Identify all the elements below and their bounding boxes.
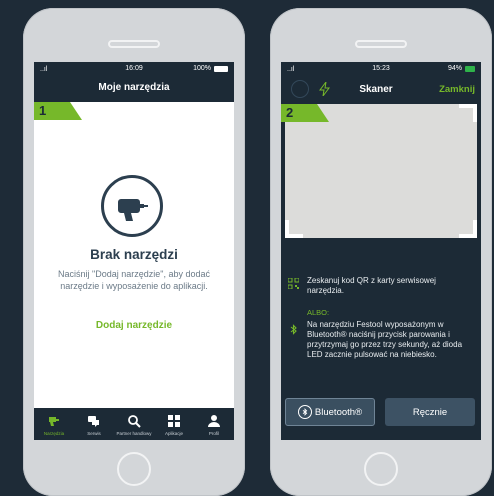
battery-indicator: 100% <box>193 65 228 72</box>
camera-switch-icon[interactable] <box>291 80 309 98</box>
manual-button[interactable]: Ręcznie <box>385 398 475 426</box>
speaker-slot <box>108 40 160 48</box>
close-button[interactable]: Zamknij <box>439 84 475 95</box>
phone-frame-2: ..ıl 15:23 94% Skaner Zamknij 2 Zeskanuj… <box>270 8 492 496</box>
status-bar: ..ıl 15:23 94% <box>281 62 481 78</box>
speaker-slot <box>355 40 407 48</box>
viewfinder-corner <box>285 220 303 238</box>
user-icon <box>208 415 220 427</box>
bluetooth-button[interactable]: Bluetooth® <box>285 398 375 426</box>
drill-icon <box>101 175 163 237</box>
flash-icon[interactable] <box>319 82 331 96</box>
phone-frame-1: ..ıl 16:09 100% Moje narzędzia 1 Brak na… <box>23 8 245 496</box>
tab-dealer[interactable]: Partner handlowy <box>114 408 154 440</box>
bluetooth-button-label: Bluetooth® <box>314 406 363 418</box>
empty-state-title: Brak narzędzi <box>90 247 178 262</box>
tab-label: Partner handlowy <box>116 431 152 436</box>
tab-profile[interactable]: Profil <box>194 408 234 440</box>
or-label: ALBO: <box>307 308 330 317</box>
battery-icon <box>214 65 228 72</box>
viewfinder-corner <box>459 104 477 122</box>
chat-icon <box>88 416 99 427</box>
tab-label: Aplikacje <box>164 431 183 436</box>
step-number: 2 <box>286 105 294 120</box>
home-button[interactable] <box>364 452 398 486</box>
drill-icon <box>49 417 59 426</box>
scanner-screen: ..ıl 15:23 94% Skaner Zamknij 2 Zeskanuj… <box>281 62 481 440</box>
camera-viewfinder <box>285 104 477 238</box>
tab-label: Serwis <box>87 431 101 436</box>
bluetooth-icon <box>290 324 297 335</box>
battery-percent: 100% <box>193 65 211 72</box>
tab-tools[interactable]: Narzędzia <box>34 408 74 440</box>
bottom-tab-bar: Narzędzia Serwis Partner handlowy Aplika… <box>34 408 234 440</box>
viewfinder-corner <box>459 220 477 238</box>
battery-indicator: 94% <box>448 65 475 72</box>
step-number: 1 <box>39 103 47 118</box>
tab-apps[interactable]: Aplikacje <box>154 408 194 440</box>
bluetooth-icon <box>297 405 312 419</box>
tab-label: Narzędzia <box>43 431 65 436</box>
empty-state-text: Naciśnij "Dodaj narzędzie", aby dodać na… <box>58 269 210 291</box>
status-bar: ..ıl 16:09 100% <box>34 62 234 78</box>
step-badge-1: 1 <box>34 102 82 120</box>
tab-service[interactable]: Serwis <box>74 408 114 440</box>
bluetooth-instruction: Na narzędziu Festool wyposażonym w Bluet… <box>307 320 463 359</box>
top-bar: ..ıl 16:09 100% Moje narzędzia <box>34 62 234 102</box>
add-tool-link[interactable]: Dodaj narzędzie <box>34 320 234 331</box>
page-title: Moje narzędzia <box>98 82 170 93</box>
qr-code-icon <box>288 278 299 289</box>
home-button[interactable] <box>117 452 151 486</box>
grid-icon <box>168 415 180 427</box>
qr-instruction: Zeskanuj kod QR z karty serwisowej narzę… <box>307 276 436 295</box>
battery-percent: 94% <box>447 65 462 72</box>
page-title: Skaner <box>359 84 393 95</box>
tab-label: Profil <box>208 431 220 436</box>
my-tools-screen: ..ıl 16:09 100% Moje narzędzia 1 Brak na… <box>34 62 234 440</box>
battery-icon <box>465 65 475 72</box>
search-icon <box>128 415 141 428</box>
manual-button-label: Ręcznie <box>412 406 448 418</box>
